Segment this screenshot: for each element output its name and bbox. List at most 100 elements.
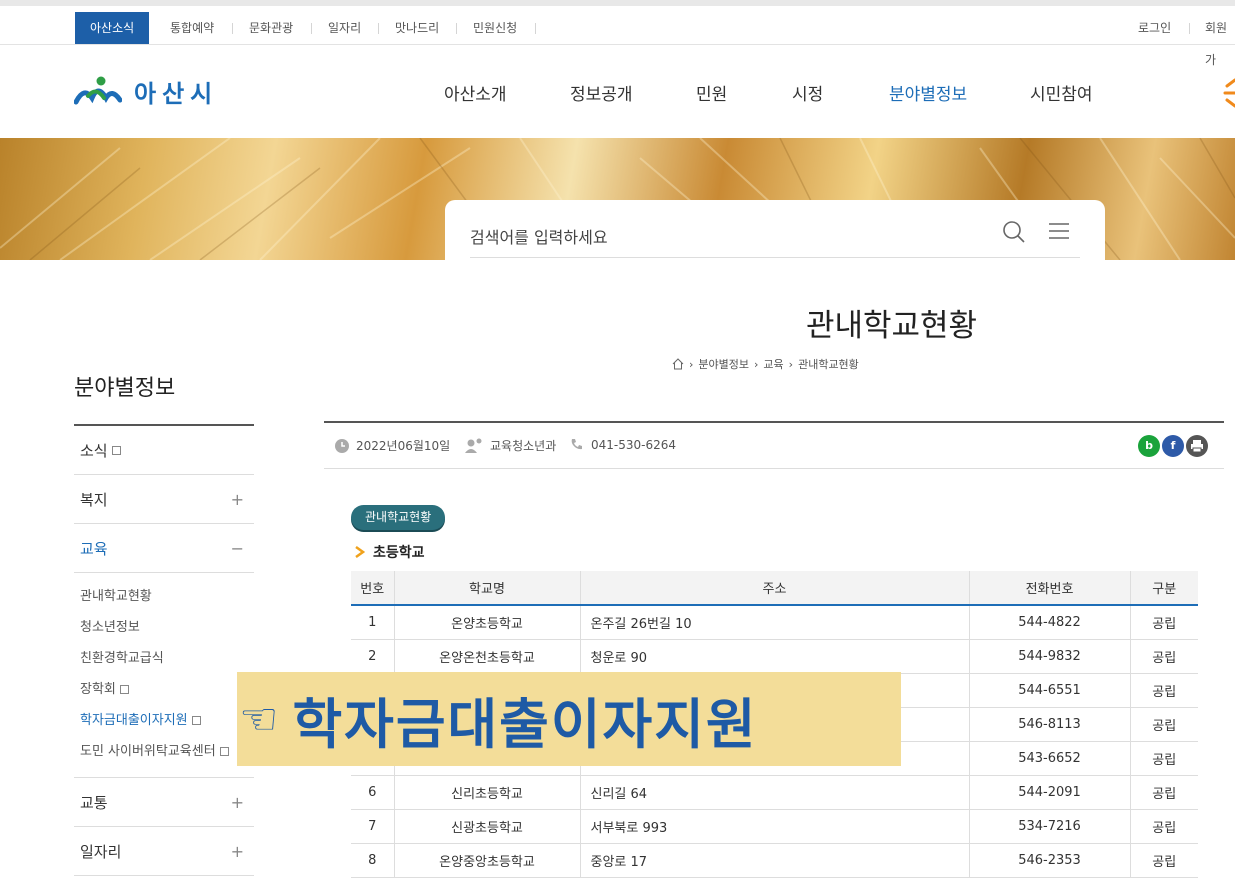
side-nav-label: 일자리 <box>80 842 122 861</box>
util-link-jobs[interactable]: 일자리 <box>328 12 361 44</box>
cell-type: 공립 <box>1130 741 1198 776</box>
header-address: 주소 <box>580 571 970 606</box>
external-link-icon <box>191 716 201 725</box>
cell-phone: 544-2091 <box>969 775 1131 810</box>
cell-phone: 546-8113 <box>969 707 1131 742</box>
cell-school-name: 온양초등학교 <box>394 605 581 640</box>
util-link-civil-request[interactable]: 민원신청 <box>473 12 517 44</box>
breadcrumb-chevron-icon: › <box>754 357 759 371</box>
cell-phone: 543-6652 <box>969 741 1131 776</box>
table-row: 8 온양중앙초등학교 중앙로 17 546-2353 공립 <box>351 843 1198 878</box>
cell-type: 공립 <box>1130 639 1198 674</box>
gnb-citizen-participation[interactable]: 시민참여 <box>1030 80 1093 105</box>
gnb-civil[interactable]: 민원 <box>696 80 727 105</box>
submenu-school-status[interactable]: 관내학교현황 <box>80 581 254 612</box>
join-link[interactable]: 회원가 <box>1205 12 1235 67</box>
side-nav-item-traffic[interactable]: 교통 + <box>74 778 254 827</box>
submenu-youth-info[interactable]: 청소년정보 <box>80 612 254 643</box>
util-link-reservation[interactable]: 통합예약 <box>170 12 214 44</box>
breadcrumb-item[interactable]: 분야별정보 <box>698 356 749 372</box>
print-icon[interactable] <box>1186 435 1208 457</box>
submenu-eco-meal[interactable]: 친환경학교급식 <box>80 643 254 674</box>
table-row: 1 온양초등학교 온주길 26번길 10 544-4822 공립 <box>351 605 1198 640</box>
menu-icon[interactable] <box>1048 222 1070 240</box>
section-heading: 초등학교 <box>355 542 425 562</box>
table-row: 6 신리초등학교 신리길 64 544-2091 공립 <box>351 775 1198 810</box>
search-icon[interactable] <box>1002 220 1026 244</box>
divider <box>311 23 312 34</box>
side-nav: 소식 복지 + 교육 − 관내학교현황 청소년정보 친환경학교급식 장학회 학자… <box>74 424 254 876</box>
side-nav-item-jobs[interactable]: 일자리 + <box>74 827 254 876</box>
meta-phone: 041-530-6264 <box>569 437 676 453</box>
util-link-culture-tour[interactable]: 문화관광 <box>249 12 293 44</box>
cell-address: 중앙로 17 <box>580 843 970 878</box>
cell-phone: 534-7216 <box>969 809 1131 844</box>
gnb-asan-intro[interactable]: 아산소개 <box>444 80 507 105</box>
divider <box>456 23 457 34</box>
page-title: 관내학교현황 <box>805 308 978 344</box>
meta-dept-text: 교육청소년과 <box>490 439 557 453</box>
breadcrumb: › 분야별정보 › 교육 › 관내학교현황 <box>672 356 859 372</box>
submenu-loan-interest[interactable]: 학자금대출이자지원 <box>80 705 254 736</box>
header-type: 구분 <box>1130 571 1198 606</box>
divider <box>1189 23 1190 34</box>
section-heading-text: 초등학교 <box>373 545 425 561</box>
breadcrumb-item[interactable]: 교육 <box>763 356 783 372</box>
side-nav-item-welfare[interactable]: 복지 + <box>74 475 254 524</box>
search-input[interactable] <box>470 218 1080 258</box>
printer-glyph <box>1191 440 1203 453</box>
util-link-asan-news[interactable]: 아산소식 <box>75 12 150 44</box>
submenu-label: 학자금대출이자지원 <box>80 713 188 728</box>
expand-icon: + <box>230 841 244 861</box>
meta-date-text: 2022년06월10일 <box>356 439 451 453</box>
table-row: 7 신광초등학교 서부북로 993 534-7216 공립 <box>351 809 1198 844</box>
utility-bar: 아산소식 통합예약 문화관광 일자리 맛나드리 민원신청 로그인 회원가 <box>0 0 1235 67</box>
gnb-city-admin[interactable]: 시정 <box>792 80 823 105</box>
facebook-share-icon[interactable]: f <box>1162 435 1184 457</box>
site-logo[interactable]: 아산시 <box>74 75 219 108</box>
side-nav-label: 교육 <box>80 539 108 558</box>
asan-logo-icon <box>74 76 122 105</box>
logo-text: 아산시 <box>134 79 219 108</box>
divider <box>378 23 379 34</box>
cell-type: 공립 <box>1130 843 1198 878</box>
cell-number: 1 <box>351 605 395 640</box>
cell-type: 공립 <box>1130 809 1198 844</box>
clock-icon <box>335 438 349 453</box>
table-header-row: 번호 학교명 주소 전화번호 구분 <box>351 571 1198 606</box>
side-nav-label: 교통 <box>80 793 108 812</box>
blog-share-icon[interactable]: b <box>1138 435 1160 457</box>
submenu-scholarship[interactable]: 장학회 <box>80 674 254 705</box>
sun-icon[interactable] <box>1223 76 1235 110</box>
table-row: 2 온양온천초등학교 청운로 90 544-9832 공립 <box>351 639 1198 674</box>
gnb-field-info[interactable]: 분야별정보 <box>889 80 967 105</box>
gnb-info-disclosure[interactable]: 정보공개 <box>570 80 633 105</box>
phone-icon <box>571 439 582 450</box>
login-link[interactable]: 로그인 <box>1138 12 1171 44</box>
cell-phone: 544-4822 <box>969 605 1131 640</box>
collapse-icon: − <box>230 538 244 558</box>
submenu-label: 도민 사이버위탁교육센터 <box>80 744 216 759</box>
side-nav-submenu: 관내학교현황 청소년정보 친환경학교급식 장학회 학자금대출이자지원 도민 사이… <box>74 573 254 778</box>
breadcrumb-chevron-icon: › <box>788 357 794 371</box>
cell-address: 청운로 90 <box>580 639 970 674</box>
submenu-cyber-education[interactable]: 도민 사이버위탁교육센터 <box>80 736 254 767</box>
cell-phone: 546-2353 <box>969 843 1131 878</box>
cell-address: 온주길 26번길 10 <box>580 605 970 640</box>
side-nav-label: 복지 <box>80 490 108 509</box>
header-phone: 전화번호 <box>969 571 1131 606</box>
breadcrumb-item[interactable]: 관내학교현황 <box>798 356 859 372</box>
cell-address: 서부북로 993 <box>580 809 970 844</box>
expand-icon: + <box>230 489 244 509</box>
cell-school-name: 신광초등학교 <box>394 809 581 844</box>
side-nav-item-education[interactable]: 교육 − <box>74 524 254 573</box>
cell-school-name: 온양중앙초등학교 <box>394 843 581 878</box>
side-nav-item-news[interactable]: 소식 <box>74 426 254 475</box>
divider <box>535 23 536 34</box>
cell-type: 공립 <box>1130 707 1198 742</box>
submenu-label: 장학회 <box>80 682 116 697</box>
header-number: 번호 <box>351 571 395 606</box>
home-icon[interactable] <box>672 358 684 370</box>
util-link-food[interactable]: 맛나드리 <box>395 12 439 44</box>
side-nav-title: 분야별정보 <box>74 376 176 401</box>
